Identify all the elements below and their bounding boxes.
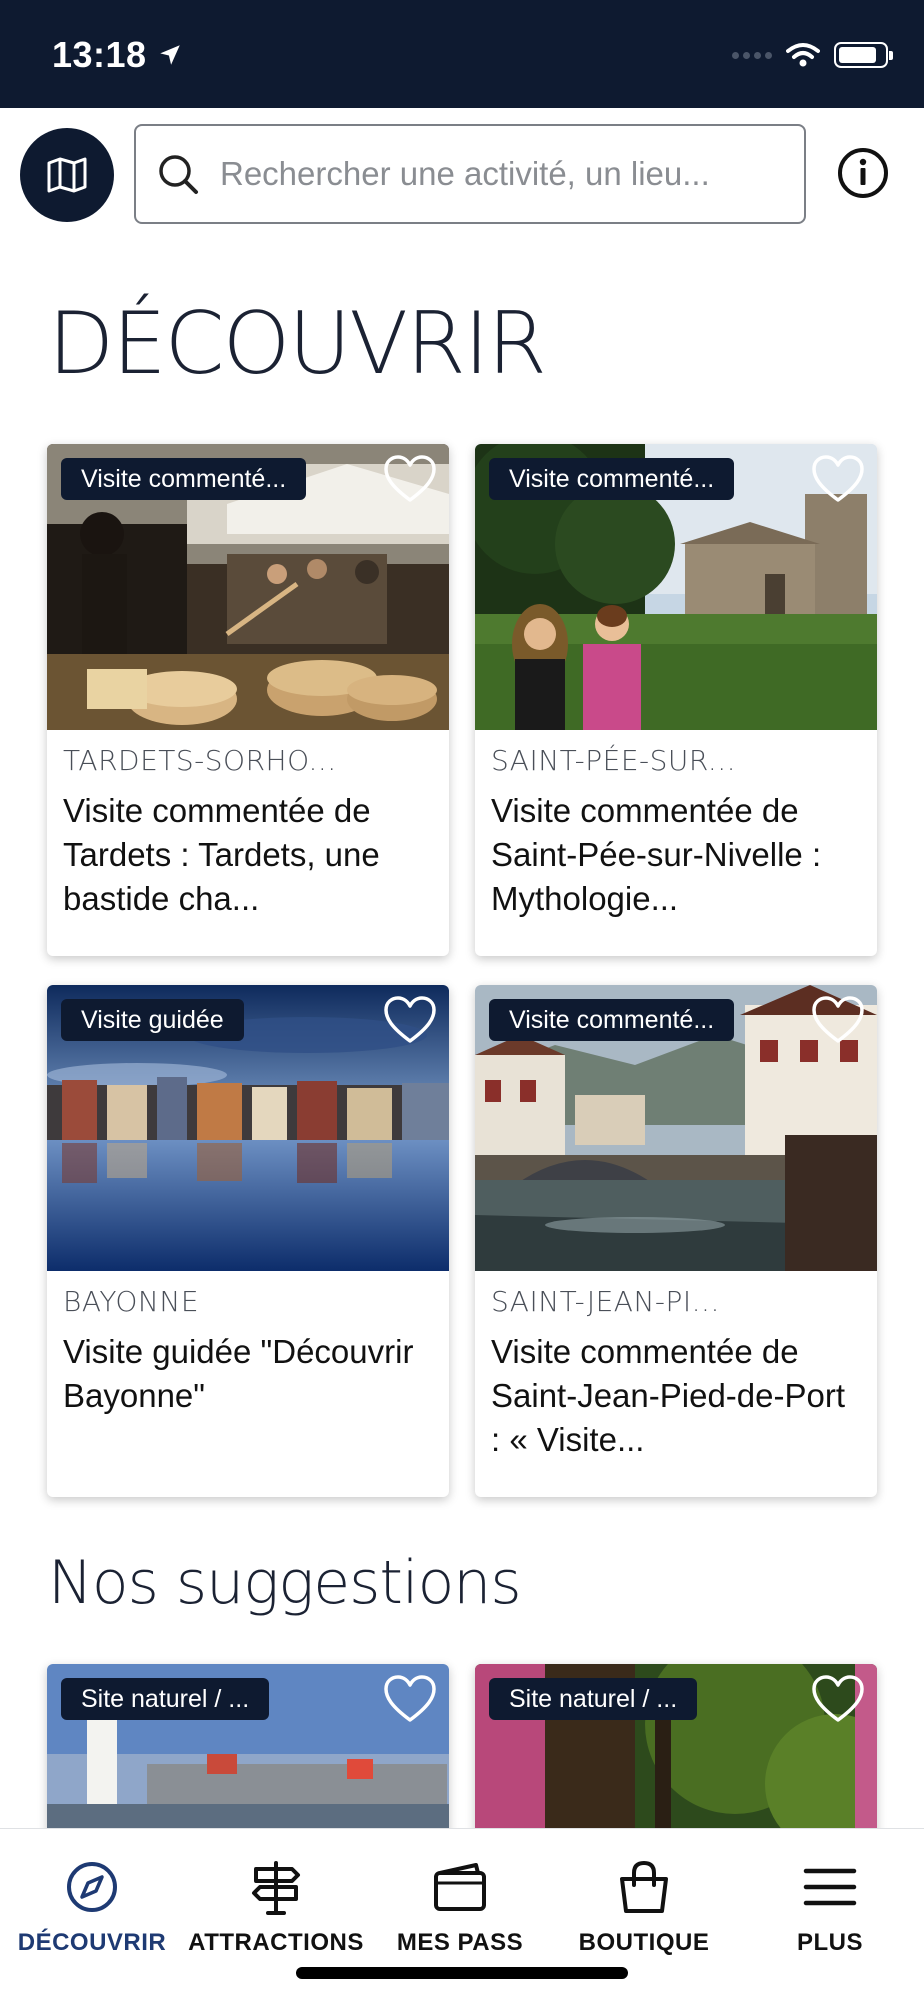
search-input[interactable]	[220, 155, 790, 193]
heart-icon[interactable]	[809, 1672, 867, 1726]
category-badge: Visite guidée	[61, 999, 244, 1041]
heart-icon[interactable]	[381, 452, 439, 506]
activity-card[interactable]: Visite commenté... SAINT-JEAN-PI... Visi…	[475, 985, 877, 1497]
wallet-icon	[434, 1863, 486, 1911]
cellular-signal-icon	[732, 51, 772, 59]
card-title: Visite commentée de Saint-Jean-Pied-de-P…	[491, 1333, 846, 1458]
card-location: BAYONNE	[63, 1285, 200, 1318]
activity-card[interactable]: Visite commenté... SAINT-PÉE-SUR... Visi…	[475, 444, 877, 956]
location-arrow-icon	[159, 45, 180, 65]
discover-title: DÉCOUVRIR	[48, 294, 547, 394]
nav-label: BOUTIQUE	[578, 1929, 710, 1956]
nav-label: ATTRACTIONS	[188, 1929, 364, 1956]
category-badge: Site naturel / ...	[61, 1678, 270, 1720]
card-title: Visite commentée de Saint-Pée-sur-Nivell…	[491, 792, 822, 917]
status-time-text: 13:18	[52, 34, 147, 75]
status-time: 13:18	[52, 34, 183, 76]
signpost-icon	[252, 1861, 300, 1915]
map-button[interactable]	[20, 128, 114, 222]
activity-card[interactable]: Visite guidée BAYONNE Visite guidée "Déc…	[47, 985, 449, 1497]
nav-label: PLUS	[796, 1929, 863, 1956]
suggestions-title: Nos suggestions	[48, 1548, 522, 1618]
status-indicators	[732, 42, 893, 68]
nav-item-attractions[interactable]: ATTRACTIONS	[184, 1859, 368, 1957]
card-title: Visite guidée "Découvrir Bayonne"	[63, 1333, 414, 1414]
heart-icon[interactable]	[809, 993, 867, 1047]
search-icon	[159, 155, 198, 194]
battery-icon	[834, 42, 893, 68]
compass-icon	[67, 1862, 117, 1912]
category-badge: Visite commenté...	[61, 458, 307, 500]
nav-item-boutique[interactable]: BOUTIQUE	[552, 1859, 736, 1957]
search-box[interactable]	[134, 124, 806, 224]
card-image: Visite commenté...	[47, 444, 449, 730]
shopping-bag-icon	[620, 1860, 668, 1913]
card-image: Visite commenté...	[475, 985, 877, 1271]
heart-icon[interactable]	[381, 993, 439, 1047]
nav-item-mes-pass[interactable]: MES PASS	[368, 1859, 552, 1957]
home-indicator[interactable]	[296, 1967, 628, 1979]
card-location: SAINT-JEAN-PI...	[491, 1285, 720, 1318]
card-image: Visite guidée	[47, 985, 449, 1271]
status-bar: 13:18	[0, 0, 924, 108]
card-location: SAINT-PÉE-SUR...	[491, 744, 737, 777]
card-location: TARDETS-SORHO...	[63, 744, 337, 777]
menu-icon	[803, 1868, 857, 1906]
category-badge: Visite commenté...	[489, 458, 735, 500]
card-image: Visite commenté...	[475, 444, 877, 730]
wifi-icon	[786, 43, 820, 67]
map-icon	[47, 157, 87, 193]
card-title: Visite commentée de Tardets : Tardets, u…	[63, 792, 380, 917]
category-badge: Site naturel / ...	[489, 1678, 698, 1720]
heart-icon[interactable]	[381, 1672, 439, 1726]
category-badge: Visite commenté...	[489, 999, 735, 1041]
heart-icon[interactable]	[809, 452, 867, 506]
nav-item-plus[interactable]: PLUS	[738, 1859, 922, 1957]
nav-label: DÉCOUVRIR	[17, 1929, 167, 1956]
info-icon[interactable]	[836, 146, 890, 200]
nav-item-decouvrir[interactable]: DÉCOUVRIR	[0, 1859, 184, 1957]
nav-label: MES PASS	[396, 1929, 524, 1956]
activity-card[interactable]: Visite commenté... TARDETS-SORHO... Visi…	[47, 444, 449, 956]
